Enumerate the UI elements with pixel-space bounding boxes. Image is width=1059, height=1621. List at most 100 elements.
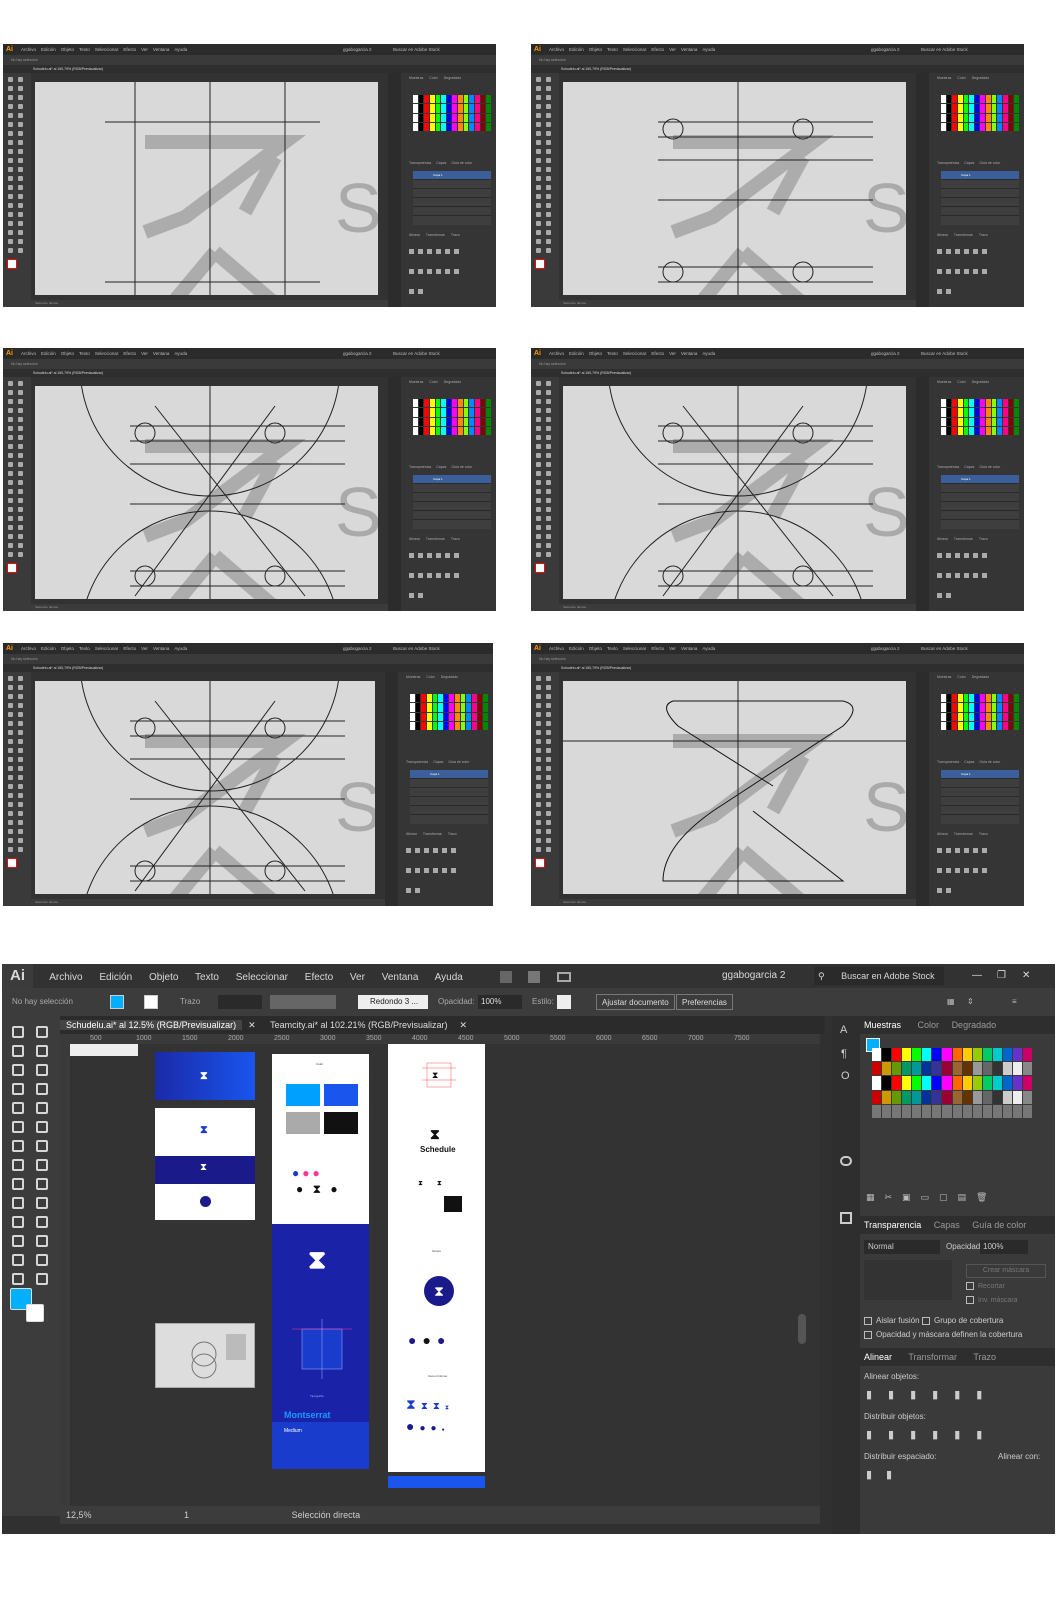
fill-stroke-icon[interactable] — [7, 858, 17, 868]
swatch[interactable] — [1003, 104, 1008, 113]
layer-row[interactable] — [941, 806, 1019, 815]
distribute-buttons[interactable] — [409, 269, 488, 275]
menu-item[interactable]: Ver — [141, 646, 148, 651]
swatch[interactable] — [460, 712, 466, 721]
tool-icon[interactable] — [8, 543, 13, 548]
width-tool-icon[interactable] — [12, 1159, 24, 1171]
tool-icon[interactable] — [546, 444, 551, 449]
menu-item[interactable]: Ayuda — [702, 47, 715, 52]
tool-icon[interactable] — [546, 838, 551, 843]
tool-icon[interactable] — [536, 838, 541, 843]
tool-icon[interactable] — [546, 435, 551, 440]
tool-icon[interactable] — [8, 203, 13, 208]
tool-icon[interactable] — [18, 426, 23, 431]
swatch[interactable] — [991, 694, 997, 703]
swatch[interactable] — [458, 426, 463, 435]
swatch[interactable] — [992, 1090, 1002, 1104]
swatch[interactable] — [997, 721, 1003, 730]
layer-row[interactable] — [410, 806, 488, 815]
swatch[interactable] — [486, 104, 491, 113]
tool-icon[interactable] — [8, 86, 13, 91]
tool-icon[interactable] — [546, 775, 551, 780]
swatch[interactable] — [969, 113, 974, 122]
swatch[interactable] — [1003, 703, 1008, 712]
menu-item[interactable]: Archivo — [549, 47, 564, 52]
swatch[interactable] — [449, 694, 455, 703]
swatch[interactable] — [997, 426, 1003, 435]
swatch[interactable] — [477, 721, 483, 730]
tool-icon[interactable] — [18, 230, 23, 235]
swatch[interactable] — [980, 721, 986, 730]
tool-icon[interactable] — [18, 408, 23, 413]
tool-icon[interactable] — [18, 390, 23, 395]
layers-list[interactable]: Capa 1 — [941, 171, 1019, 225]
swatch[interactable] — [982, 1048, 992, 1062]
swatch[interactable] — [1014, 113, 1019, 122]
tab-trazo[interactable]: Trazo — [973, 1352, 996, 1362]
tool-icon[interactable] — [18, 748, 23, 753]
user-name[interactable]: ggabogarcia 2 — [343, 348, 372, 359]
tool-icon[interactable] — [8, 739, 13, 744]
swatch[interactable] — [1014, 694, 1019, 703]
tab-alinear[interactable]: Alinear — [937, 537, 948, 541]
tool-icon[interactable] — [18, 462, 23, 467]
swatch[interactable] — [1022, 1048, 1032, 1062]
swatch[interactable] — [452, 113, 458, 122]
tool-icon[interactable] — [546, 766, 551, 771]
swatch[interactable] — [438, 721, 443, 730]
swatch[interactable] — [1012, 1062, 1022, 1076]
swatch[interactable] — [466, 721, 472, 730]
tool-icon[interactable] — [18, 185, 23, 190]
swatch[interactable] — [441, 104, 446, 113]
layer-row[interactable]: Capa 1 — [413, 475, 491, 484]
tool-icon[interactable] — [546, 381, 551, 386]
swatch[interactable] — [992, 1076, 1002, 1090]
spacing-buttons[interactable] — [409, 289, 488, 295]
tool-icon[interactable] — [8, 802, 13, 807]
menu-item[interactable]: Edición — [569, 351, 584, 356]
menu-item[interactable]: Edición — [41, 646, 56, 651]
tool-icon[interactable] — [18, 381, 23, 386]
swatch[interactable] — [946, 399, 952, 408]
brush-select[interactable]: Redondo 3 ... — [358, 995, 428, 1009]
swatch[interactable] — [969, 122, 974, 131]
swatch[interactable] — [1014, 104, 1019, 113]
tool-icon[interactable] — [536, 248, 541, 253]
tool-icon[interactable] — [536, 203, 541, 208]
minimize-icon[interactable]: — — [972, 964, 982, 988]
swatch[interactable] — [952, 122, 957, 131]
tool-icon[interactable] — [18, 730, 23, 735]
swatch[interactable] — [997, 417, 1003, 426]
tool-icon[interactable] — [536, 829, 541, 834]
artboard-canvas[interactable]: S — [35, 386, 378, 599]
swatch-grid[interactable] — [410, 694, 488, 730]
swatch[interactable] — [980, 399, 986, 408]
swatch[interactable] — [443, 694, 449, 703]
shape-builder-tool-icon[interactable] — [12, 1178, 24, 1190]
swatch[interactable] — [435, 417, 441, 426]
menu-efecto[interactable]: Efecto — [305, 972, 333, 983]
tool-icon[interactable] — [8, 793, 13, 798]
menu-ayuda[interactable]: Ayuda — [435, 972, 463, 983]
tool-icon[interactable] — [546, 176, 551, 181]
tool-icon[interactable] — [536, 847, 541, 852]
paragraph-icon[interactable]: ¶ — [841, 1048, 847, 1060]
swatch[interactable] — [882, 1104, 892, 1118]
layer-row[interactable]: Capa 1 — [941, 770, 1019, 779]
fill-stroke-icon[interactable] — [7, 259, 17, 269]
tool-icon[interactable] — [546, 158, 551, 163]
swatch[interactable] — [424, 113, 429, 122]
swatch[interactable] — [1008, 721, 1014, 730]
tool-icon[interactable] — [8, 498, 13, 503]
tool-icon[interactable] — [8, 811, 13, 816]
tab-alinear[interactable]: Alinear — [409, 233, 420, 237]
tool-icon[interactable] — [536, 480, 541, 485]
stock-search[interactable]: Buscar en Adobe Stock — [393, 348, 440, 359]
swatch[interactable] — [413, 104, 418, 113]
tab-trazo[interactable]: Trazo — [451, 233, 460, 237]
swatch[interactable] — [460, 703, 466, 712]
layer-row[interactable]: Capa 1 — [941, 171, 1019, 180]
tool-icon[interactable] — [8, 176, 13, 181]
tab-trazo[interactable]: Trazo — [979, 832, 988, 836]
fill-swatch[interactable] — [110, 995, 124, 1009]
